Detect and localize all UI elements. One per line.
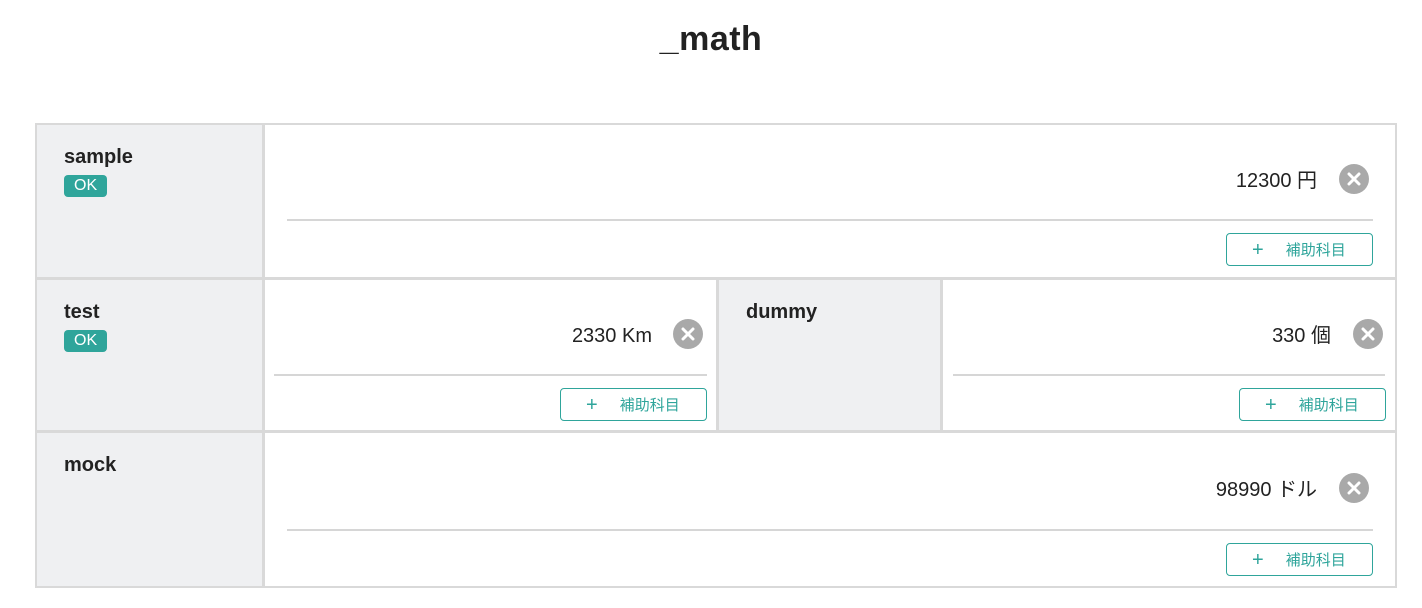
plus-icon: + xyxy=(1252,548,1264,571)
page-title: _math xyxy=(659,20,763,58)
close-circle-icon xyxy=(1361,327,1375,341)
row-label-cell: dummy xyxy=(716,280,943,430)
add-subaccount-label: 補助科目 xyxy=(1285,242,1346,259)
value-cell: 330 個 + 補助科目 xyxy=(943,280,1395,430)
divider xyxy=(953,374,1385,376)
form-row-sample: sample OK 12300 円 + 補助科目 xyxy=(37,125,1395,277)
divider xyxy=(287,529,1373,531)
row-label-cell: mock xyxy=(37,433,265,586)
amount-value: 330 個 xyxy=(1272,325,1331,347)
clear-button[interactable] xyxy=(1339,164,1369,194)
value-cell: 2330 Km + 補助科目 xyxy=(265,280,716,430)
clear-button[interactable] xyxy=(1353,319,1383,349)
amount-value: 2330 Km xyxy=(571,325,652,347)
close-circle-icon xyxy=(1347,172,1361,186)
form-row-mock: mock 98990 ドル + 補助科目 xyxy=(37,430,1395,586)
clear-button[interactable] xyxy=(1339,473,1369,503)
plus-icon: + xyxy=(586,393,598,416)
form-row-test-dummy: test OK 2330 Km + 補助科目 dummy 330 個 + 補助科… xyxy=(37,277,1395,430)
row-label: mock xyxy=(64,454,117,476)
close-circle-icon xyxy=(1347,481,1361,495)
amount-value: 12300 円 xyxy=(1235,170,1317,192)
row-label: test xyxy=(64,301,100,323)
plus-icon: + xyxy=(1265,393,1277,416)
close-circle-icon xyxy=(681,327,695,341)
row-label: sample xyxy=(64,146,133,168)
add-subaccount-button[interactable]: + 補助科目 xyxy=(1226,543,1373,576)
row-label: dummy xyxy=(746,301,818,323)
divider xyxy=(274,374,707,376)
form-table: sample OK 12300 円 + 補助科目 test OK 2330 Km xyxy=(35,123,1397,588)
add-subaccount-button[interactable]: + 補助科目 xyxy=(1239,388,1386,421)
divider xyxy=(287,219,1373,221)
add-subaccount-label: 補助科目 xyxy=(1298,397,1359,414)
clear-button[interactable] xyxy=(673,319,703,349)
add-subaccount-button[interactable]: + 補助科目 xyxy=(560,388,707,421)
row-label-cell: test OK xyxy=(37,280,265,430)
status-badge: OK xyxy=(64,330,108,352)
add-subaccount-label: 補助科目 xyxy=(1285,552,1346,569)
row-label-cell: sample OK xyxy=(37,125,265,277)
status-badge: OK xyxy=(64,175,108,197)
value-cell: 12300 円 + 補助科目 xyxy=(265,125,1395,277)
add-subaccount-label: 補助科目 xyxy=(619,397,680,414)
amount-value: 98990 ドル xyxy=(1215,479,1317,501)
value-cell: 98990 ドル + 補助科目 xyxy=(265,433,1395,586)
plus-icon: + xyxy=(1252,238,1264,261)
add-subaccount-button[interactable]: + 補助科目 xyxy=(1226,233,1373,266)
